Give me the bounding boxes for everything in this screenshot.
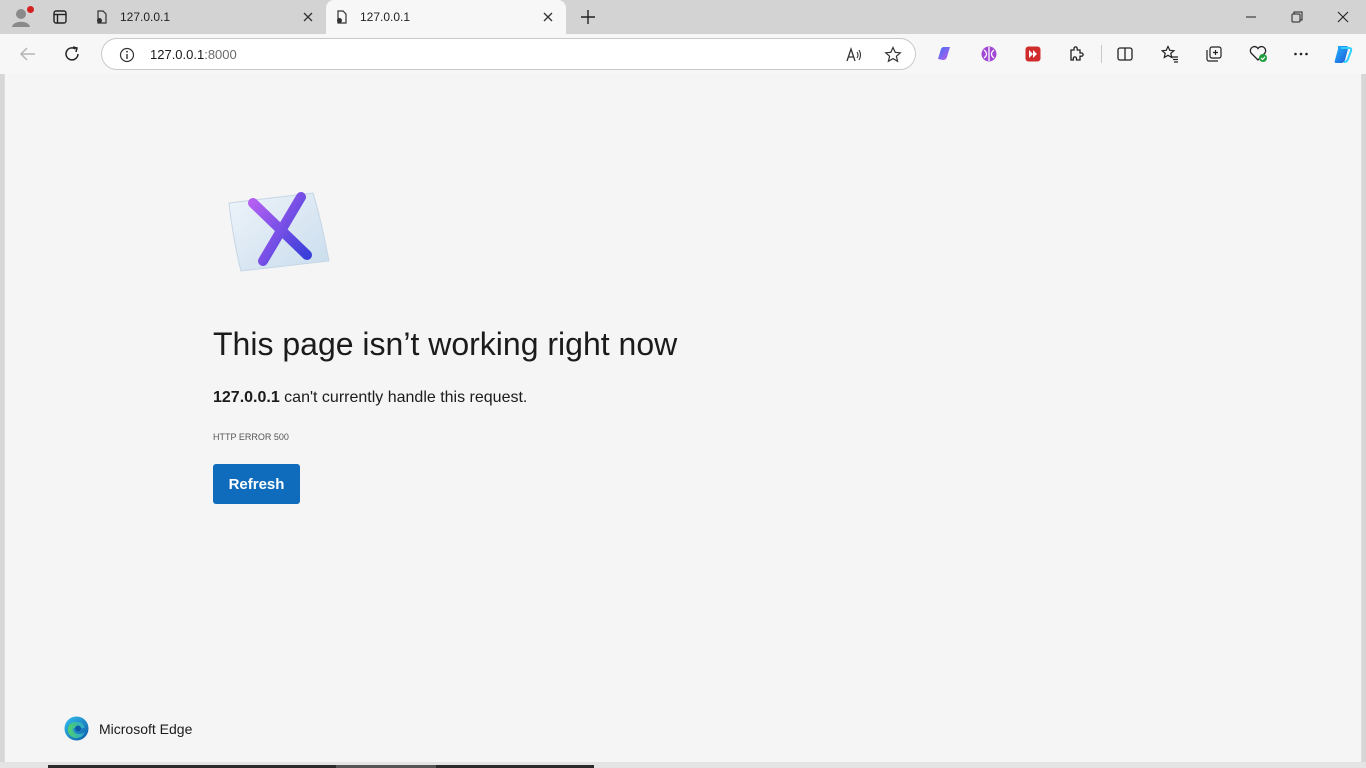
extension-icon[interactable] bbox=[932, 42, 956, 66]
favorite-star-icon[interactable] bbox=[883, 45, 903, 65]
page-content: This page isn’t working right now 127.0.… bbox=[4, 74, 1362, 762]
brand-name: Microsoft Edge bbox=[99, 720, 193, 737]
close-icon[interactable] bbox=[540, 9, 556, 25]
error-code: HTTP ERROR 500 bbox=[213, 432, 289, 442]
restore-icon[interactable] bbox=[1286, 6, 1308, 28]
window-close-icon[interactable] bbox=[1332, 6, 1354, 28]
tab-actions-icon[interactable] bbox=[48, 6, 72, 28]
taskbar-edge bbox=[0, 762, 1366, 768]
tab-active[interactable]: 127.0.0.1 bbox=[326, 0, 566, 34]
close-icon[interactable] bbox=[300, 9, 316, 25]
split-screen-icon[interactable] bbox=[1113, 42, 1137, 66]
more-icon[interactable] bbox=[1289, 42, 1313, 66]
address-bar[interactable]: 127.0.0.1:8000 bbox=[101, 38, 916, 70]
tab[interactable]: 127.0.0.1 bbox=[86, 0, 326, 34]
extension-icon[interactable] bbox=[977, 42, 1001, 66]
error-host: 127.0.0.1 bbox=[213, 389, 280, 406]
error-message-text: can't currently handle this request. bbox=[279, 389, 528, 406]
edge-logo-icon bbox=[64, 716, 89, 741]
page-title: This page isn’t working right now bbox=[213, 326, 678, 362]
toolbar-divider bbox=[1101, 45, 1102, 63]
extensions-puzzle-icon[interactable] bbox=[1065, 42, 1089, 66]
collections-icon[interactable] bbox=[1202, 42, 1226, 66]
tab-title: 127.0.0.1 bbox=[360, 10, 411, 24]
favorites-icon[interactable] bbox=[1158, 42, 1182, 66]
refresh-icon[interactable] bbox=[60, 42, 84, 66]
extension-icon[interactable] bbox=[1021, 42, 1045, 66]
info-icon[interactable] bbox=[118, 46, 136, 64]
refresh-button[interactable]: Refresh bbox=[213, 464, 300, 504]
new-tab-icon[interactable] bbox=[577, 6, 599, 28]
read-aloud-icon[interactable] bbox=[844, 45, 864, 65]
tab-strip: 127.0.0.1 127.0.0.1 bbox=[0, 0, 1366, 34]
notification-dot bbox=[27, 6, 34, 13]
page-favicon-icon bbox=[94, 9, 110, 25]
minimize-icon[interactable] bbox=[1240, 6, 1262, 28]
toolbar: 127.0.0.1:8000 bbox=[0, 34, 1366, 74]
copilot-icon[interactable] bbox=[1331, 42, 1355, 66]
url-port: :8000 bbox=[204, 47, 237, 62]
error-illustration-icon bbox=[227, 189, 335, 277]
url-text[interactable]: 127.0.0.1:8000 bbox=[150, 47, 237, 62]
error-message: 127.0.0.1 can't currently handle this re… bbox=[213, 389, 527, 407]
brand: Microsoft Edge bbox=[64, 716, 192, 741]
browser-essentials-icon[interactable] bbox=[1246, 42, 1270, 66]
page-favicon-icon bbox=[334, 9, 350, 25]
back-icon[interactable] bbox=[16, 42, 40, 66]
tab-title: 127.0.0.1 bbox=[120, 10, 171, 24]
url-host: 127.0.0.1 bbox=[150, 47, 205, 62]
